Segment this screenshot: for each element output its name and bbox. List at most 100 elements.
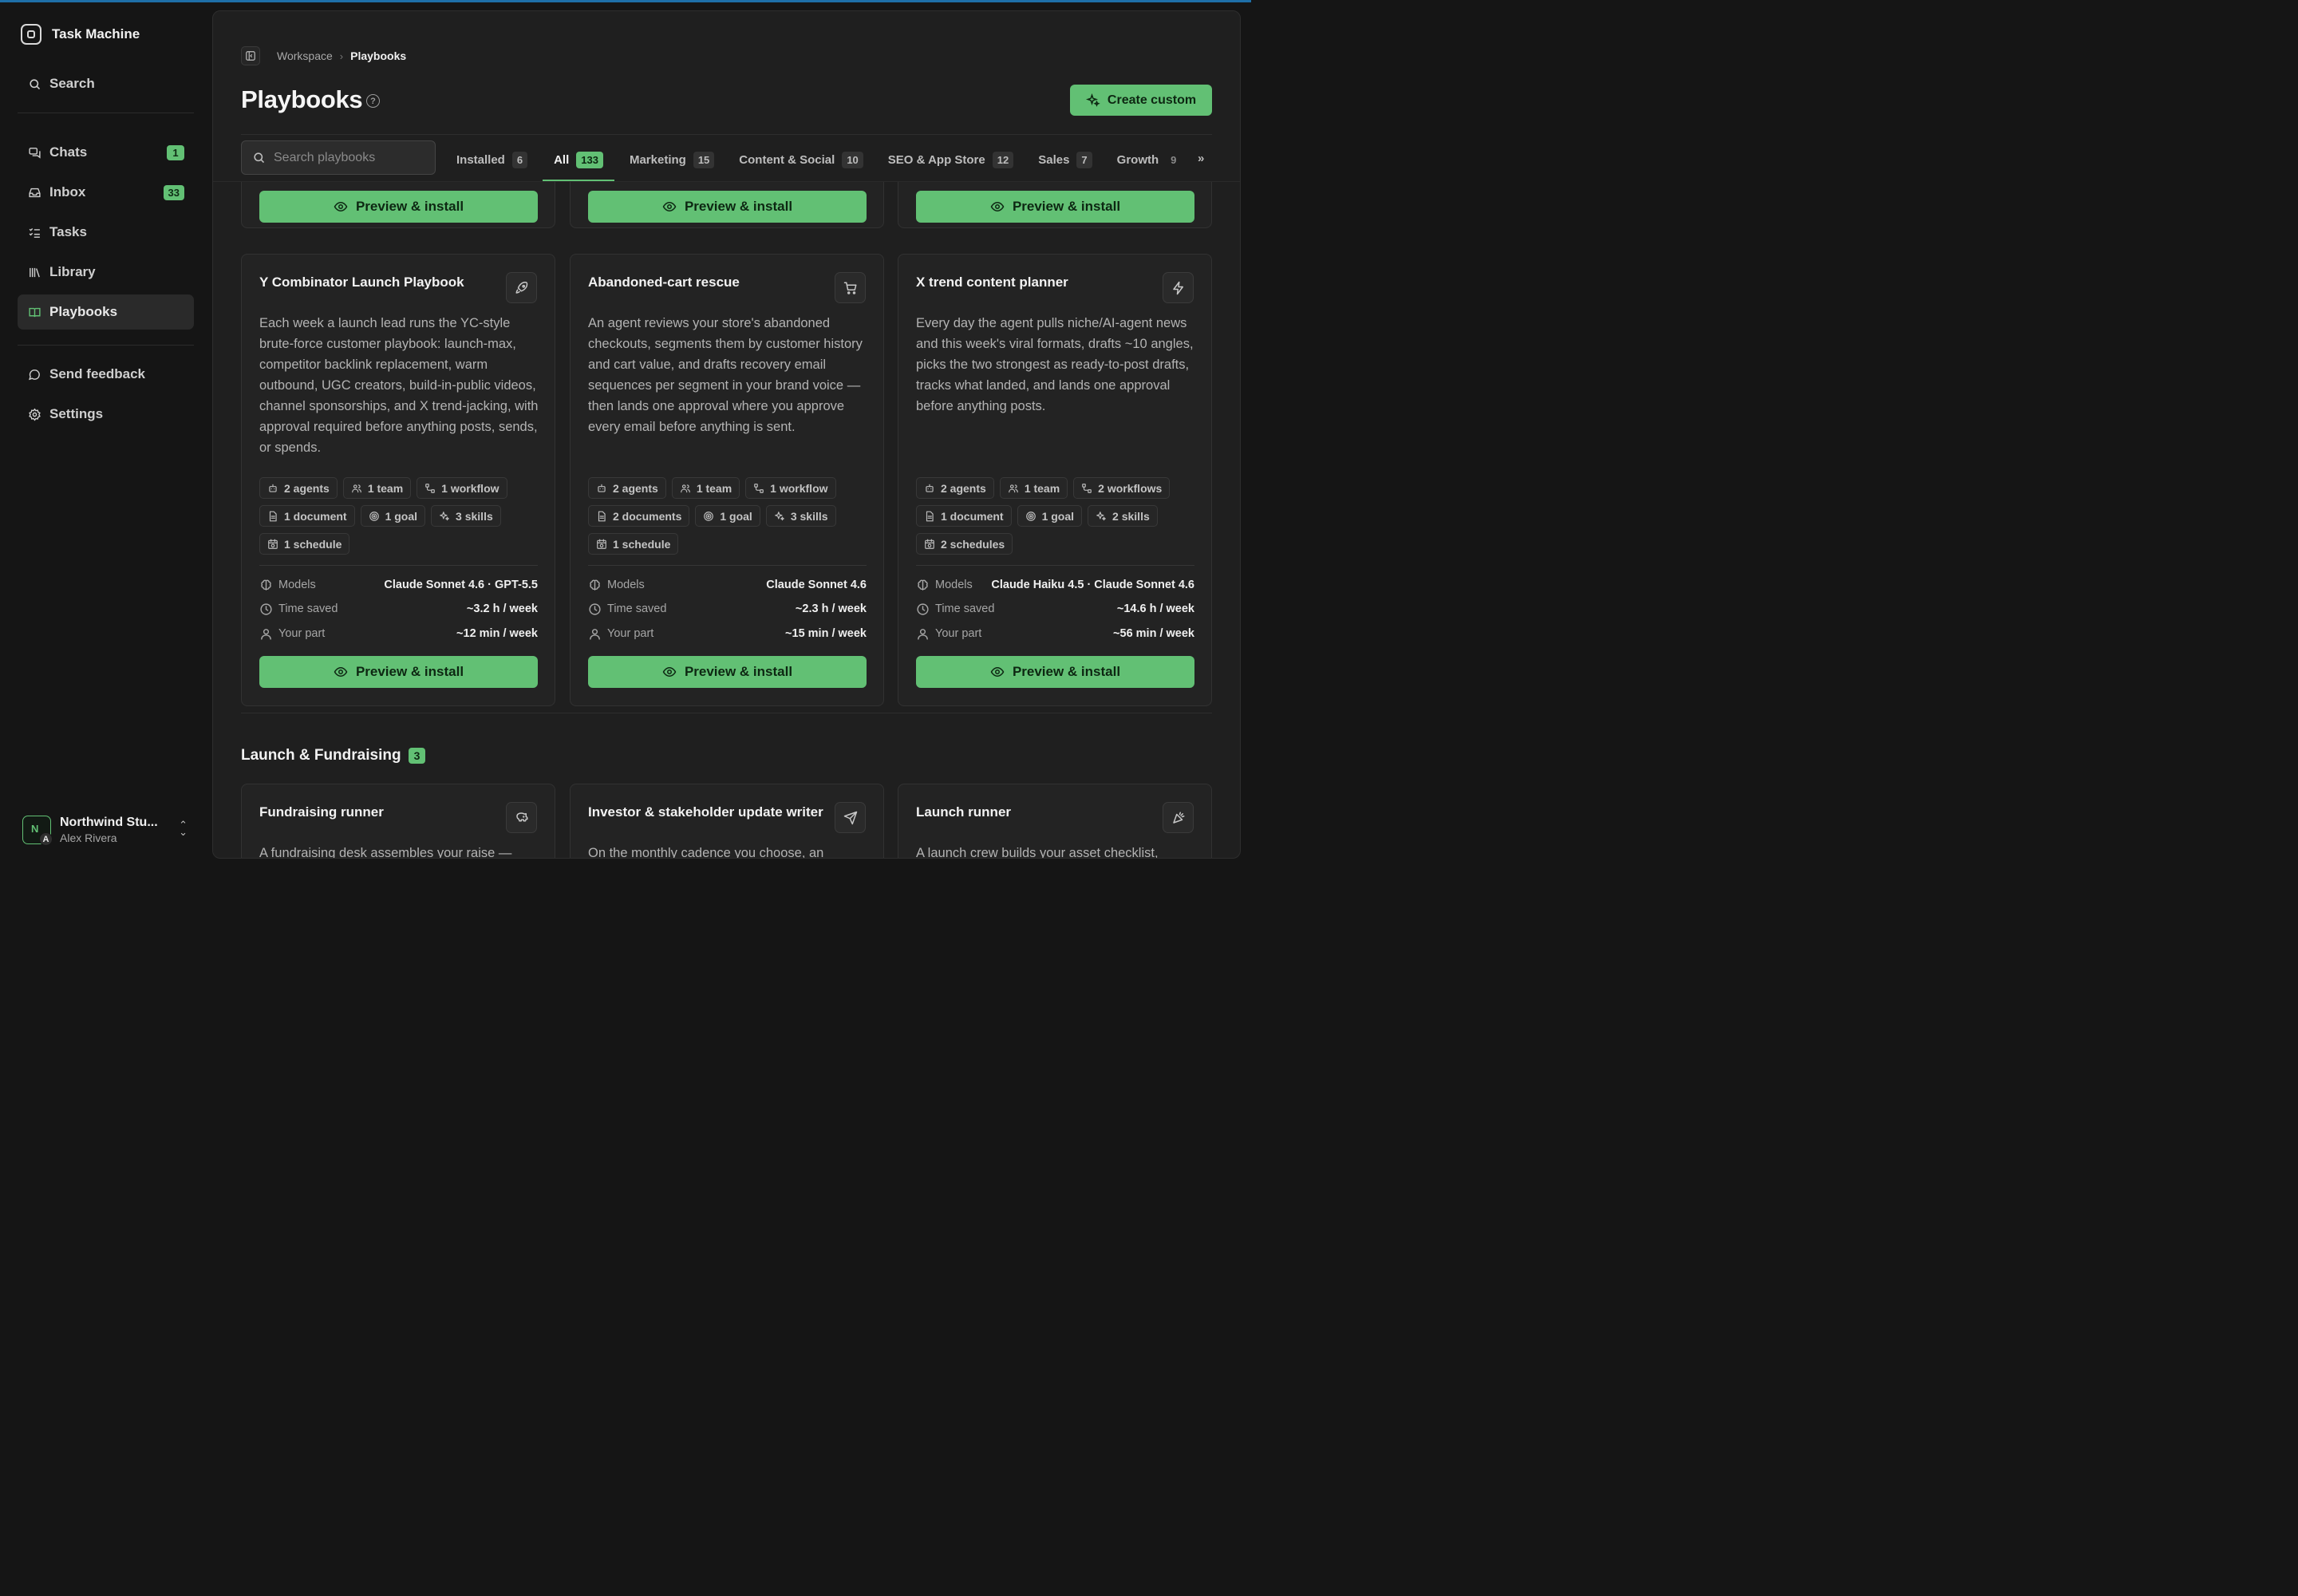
preview-install-label: Preview & install	[684, 199, 793, 214]
tab-seo-app-store[interactable]: SEO & App Store 12	[879, 139, 1023, 181]
tab-growth[interactable]: Growth 9	[1108, 139, 1191, 181]
resource-chip: 1 team	[671, 477, 740, 499]
section-count: 3	[408, 748, 426, 764]
sidebar-item-tasks[interactable]: Tasks	[18, 215, 194, 250]
playbook-card[interactable]: Launch runner A launch crew builds your …	[898, 784, 1212, 859]
app-logo-icon	[21, 24, 41, 45]
sidebar-item-label: Search	[49, 76, 95, 91]
sparkles-icon	[1085, 93, 1100, 107]
goal-icon	[1025, 511, 1036, 522]
tab-content-social[interactable]: Content & Social 10	[729, 139, 872, 181]
sidebar-toggle-icon[interactable]	[241, 46, 260, 65]
chip-label: 1 schedule	[284, 537, 342, 551]
agent-icon	[267, 483, 278, 494]
playbook-card[interactable]: Y Combinator Launch Playbook Each week a…	[241, 254, 555, 706]
feedback-icon	[27, 367, 41, 381]
chip-label: 2 documents	[613, 509, 682, 523]
playbook-card[interactable]: Investor & stakeholder update writer On …	[570, 784, 884, 858]
cart-icon	[835, 272, 866, 303]
team-icon	[1008, 483, 1019, 494]
preview-install-button[interactable]: Preview & install	[588, 656, 867, 688]
resource-chip: 2 documents	[588, 505, 690, 527]
tab-label: All	[554, 153, 570, 167]
time-saved-row: Time saved ~14.6 h / week	[916, 600, 1194, 618]
sidebar-item-chats[interactable]: Chats 1	[18, 135, 194, 170]
preview-install-button[interactable]: Preview & install	[259, 656, 538, 688]
tab-label: Sales	[1038, 153, 1070, 167]
tab-all[interactable]: All 133	[543, 139, 614, 181]
tab-count: 6	[511, 152, 528, 168]
sidebar-item-inbox[interactable]: Inbox 33	[18, 175, 194, 210]
org-name: Northwind Stu...	[60, 816, 158, 829]
card-divider	[588, 565, 867, 566]
breadcrumb: Workspace › Playbooks	[241, 46, 406, 65]
resource-chip: 1 workflow	[417, 477, 507, 499]
tab-sales[interactable]: Sales 7	[1029, 139, 1101, 181]
sidebar-item-playbooks[interactable]: Playbooks	[18, 294, 194, 330]
tab-marketing[interactable]: Marketing 15	[620, 139, 724, 181]
playbook-card: Preview & install	[898, 182, 1212, 228]
resource-chip: 1 document	[916, 505, 1012, 527]
account-switcher[interactable]: N A Northwind Stu... Alex Rivera ⌃ ⌄	[22, 812, 194, 848]
tab-count: 10	[842, 152, 863, 168]
bolt-icon	[1163, 272, 1194, 303]
tab-installed[interactable]: Installed 6	[447, 139, 537, 181]
tasks-icon	[27, 225, 41, 239]
brand[interactable]: Task Machine	[21, 24, 140, 45]
schedule-icon	[267, 539, 278, 550]
playbook-card[interactable]: Abandoned-cart rescue An agent reviews y…	[570, 254, 884, 706]
chip-label: 1 workflow	[770, 481, 828, 495]
chip-label: 2 workflows	[1098, 481, 1163, 495]
brain-icon	[916, 579, 930, 592]
create-custom-button[interactable]: Create custom	[1070, 85, 1212, 116]
chip-label: 1 team	[1024, 481, 1060, 495]
sidebar-item-search[interactable]: Search	[18, 66, 194, 101]
playbook-list[interactable]: Preview & install Preview & install Prev…	[213, 182, 1240, 859]
user-icon	[588, 627, 602, 641]
preview-install-button[interactable]: Preview & install	[588, 191, 867, 223]
tabs-scroll-right-icon[interactable]: »	[1198, 152, 1204, 165]
category-tabs: Installed 6 All 133 Marketing 15 Content & …	[447, 139, 1190, 181]
user-initial: A	[39, 832, 53, 846]
resource-chip: 1 workflow	[745, 477, 836, 499]
preview-install-label: Preview & install	[355, 664, 464, 679]
inbox-icon	[27, 185, 41, 200]
clock-icon	[916, 602, 930, 616]
sidebar-item-settings[interactable]: Settings	[18, 397, 194, 432]
preview-install-button[interactable]: Preview & install	[916, 191, 1194, 223]
breadcrumb-workspace[interactable]: Workspace	[277, 49, 333, 62]
preview-install-button[interactable]: Preview & install	[916, 656, 1194, 688]
resource-chip: 1 goal	[360, 505, 426, 527]
search-input[interactable]	[274, 150, 421, 165]
your-part-value: ~56 min / week	[1113, 627, 1194, 640]
card-description: A launch crew builds your asset checklis…	[916, 846, 1159, 859]
search-box[interactable]	[241, 140, 436, 175]
preview-install-button[interactable]: Preview & install	[259, 191, 538, 223]
eye-icon	[334, 201, 348, 212]
playbooks-icon	[27, 305, 41, 319]
chip-label: 1 document	[941, 509, 1004, 523]
chip-label: 3 skills	[456, 509, 493, 523]
resource-chip: 1 schedule	[259, 533, 350, 555]
help-icon[interactable]: ?	[366, 94, 380, 108]
sidebar-item-send-feedback[interactable]: Send feedback	[18, 357, 194, 392]
avatar: N A	[22, 816, 53, 846]
document-icon	[596, 511, 607, 522]
playbook-card[interactable]: Fundraising runner A fundraising desk as…	[241, 784, 555, 858]
chip-label: 1 goal	[720, 509, 752, 523]
time-saved-label: Time saved	[935, 602, 995, 615]
tab-count: 12	[992, 152, 1014, 168]
chip-label: 2 agents	[613, 481, 658, 495]
unread-badge: 1	[167, 144, 184, 160]
skills-icon	[774, 511, 785, 522]
resource-chip: 2 schedules	[916, 533, 1013, 555]
tab-count: 133	[576, 152, 603, 168]
eye-icon	[662, 201, 677, 212]
playbook-card[interactable]: X trend content planner Every day the ag…	[898, 254, 1212, 706]
playbook-card: Preview & install	[570, 182, 884, 228]
document-icon	[924, 511, 935, 522]
sidebar-item-library[interactable]: Library	[18, 255, 194, 290]
skills-icon	[1096, 511, 1107, 522]
section-header: Launch & Fundraising 3	[241, 747, 426, 764]
resource-chip: 1 schedule	[588, 533, 679, 555]
